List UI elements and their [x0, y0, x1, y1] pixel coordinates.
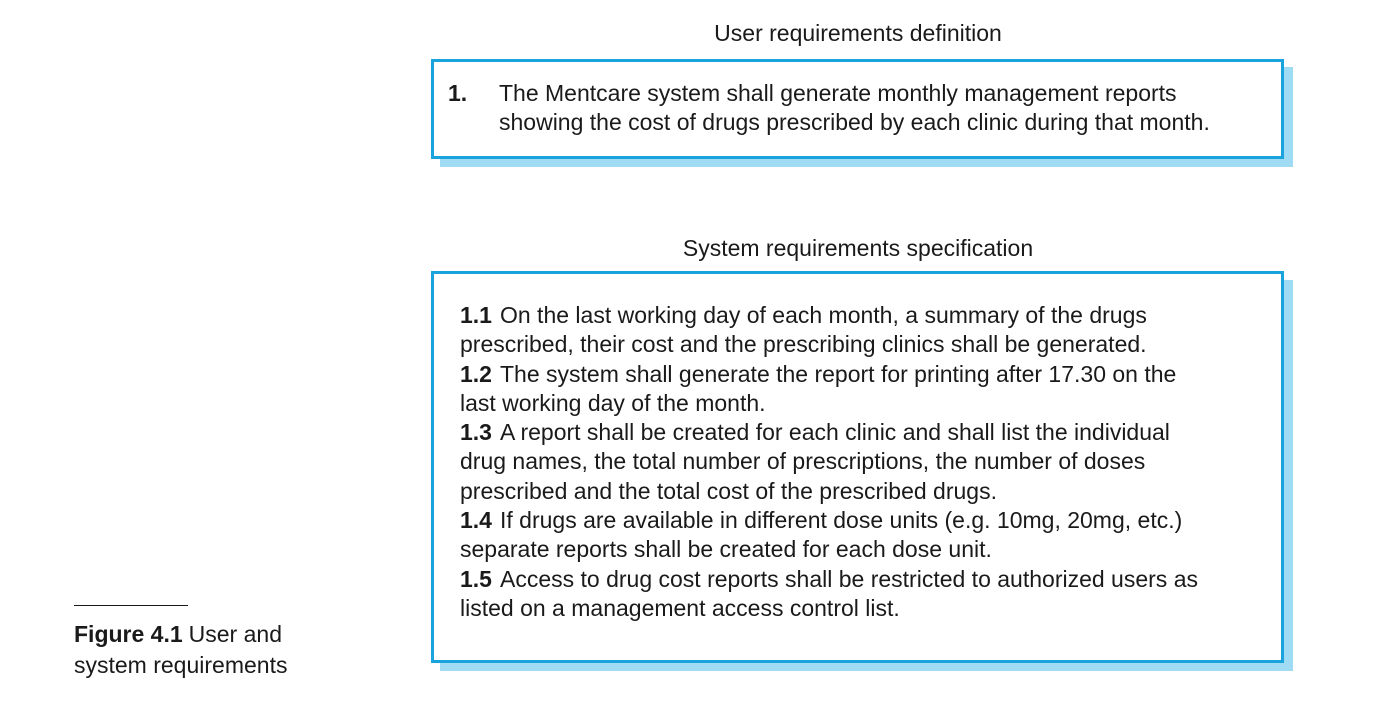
- system-requirement-line: last working day of the month.: [460, 389, 766, 416]
- system-requirement-number: 1.4: [460, 507, 492, 534]
- system-requirement-number: 1.3: [460, 419, 492, 446]
- system-requirements-list: 1.1 On the last working day of each month…: [460, 301, 1198, 623]
- user-requirement-line: The Mentcare system shall generate month…: [499, 80, 1177, 106]
- system-requirement-line: The system shall generate the report for…: [499, 360, 1177, 387]
- system-requirement-line: listed on a management access control li…: [460, 594, 900, 621]
- system-requirement-item-1-5: 1.5 Access to drug cost reports shall be …: [460, 565, 1198, 624]
- system-requirements-heading: System requirements specification: [682, 235, 1034, 261]
- system-requirement-line: drug names, the total number of prescrip…: [460, 448, 1146, 475]
- system-requirement-item-1-2: 1.2 The system shall generate the report …: [460, 360, 1198, 419]
- user-requirements-heading: User requirements definition: [714, 20, 1002, 46]
- system-requirement-line: A report shall be created for each clini…: [499, 419, 1170, 446]
- user-requirement-text: The Mentcare system shall generate month…: [499, 79, 1210, 137]
- caption-line-2: system requirements: [74, 652, 288, 678]
- system-requirement-number: 1.2: [460, 360, 492, 387]
- figure-label: Figure 4.1: [74, 621, 183, 647]
- user-requirement-line: showing the cost of drugs prescribed by …: [499, 109, 1210, 135]
- system-requirement-number: 1.1: [460, 302, 492, 328]
- user-requirement-number: 1.: [448, 80, 468, 106]
- system-requirement-item-1-4: 1.4 If drugs are available in different d…: [460, 506, 1198, 565]
- caption-divider: [74, 605, 188, 606]
- system-requirements-box: 1.1 On the last working day of each month…: [431, 271, 1284, 663]
- caption-line-1: User and: [188, 621, 282, 647]
- user-requirements-box: 1. The Mentcare system shall generate mo…: [431, 59, 1284, 159]
- system-requirement-line: If drugs are available in different dose…: [499, 507, 1183, 534]
- system-requirement-item-1-3: 1.3 A report shall be created for each cl…: [460, 418, 1198, 506]
- system-requirement-line: On the last working day of each month, a…: [499, 302, 1147, 328]
- system-requirement-number: 1.5: [460, 565, 492, 592]
- system-requirement-line: prescribed and the total cost of the pre…: [460, 477, 997, 504]
- system-requirement-line: Access to drug cost reports shall be res…: [499, 565, 1198, 592]
- system-requirement-line: separate reports shall be created for ea…: [460, 536, 992, 563]
- system-requirement-item-1-1: 1.1 On the last working day of each month…: [460, 301, 1198, 360]
- system-requirement-line: prescribed, their cost and the prescribi…: [460, 331, 1147, 358]
- figure-caption: Figure 4.1 User and system requirements: [74, 619, 287, 681]
